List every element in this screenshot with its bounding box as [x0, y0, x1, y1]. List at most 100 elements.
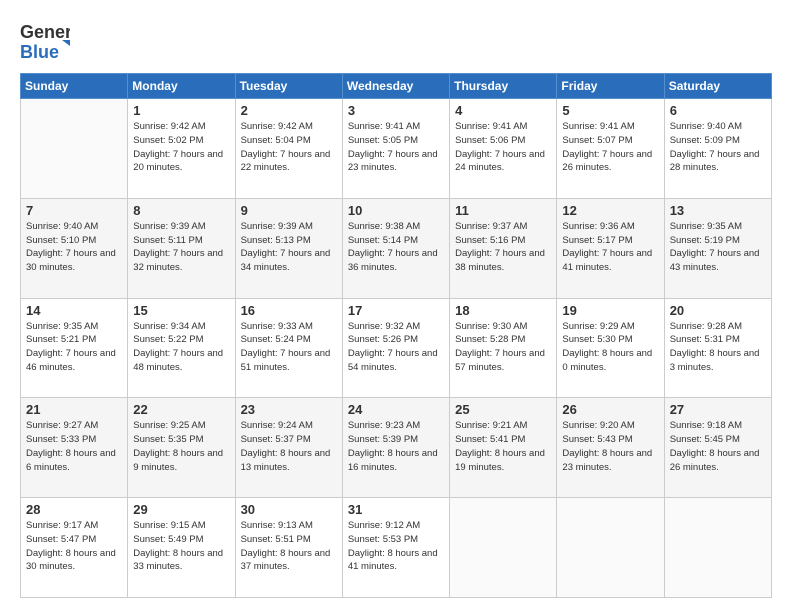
day-number: 18	[455, 303, 551, 318]
day-number: 15	[133, 303, 229, 318]
day-info: Sunrise: 9:42 AM Sunset: 5:02 PM Dayligh…	[133, 120, 229, 175]
day-cell: 31 Sunrise: 9:12 AM Sunset: 5:53 PM Dayli…	[342, 498, 449, 598]
day-number: 17	[348, 303, 444, 318]
day-info: Sunrise: 9:17 AM Sunset: 5:47 PM Dayligh…	[26, 519, 122, 574]
day-info: Sunrise: 9:41 AM Sunset: 5:05 PM Dayligh…	[348, 120, 444, 175]
day-cell: 13 Sunrise: 9:35 AM Sunset: 5:19 PM Dayli…	[664, 198, 771, 298]
day-cell: 20Sunrise: 9:28 AM Sunset: 5:31 PM Dayli…	[664, 298, 771, 398]
day-number: 1	[133, 103, 229, 118]
day-info: Sunrise: 9:35 AM Sunset: 5:19 PM Dayligh…	[670, 220, 766, 275]
day-info: Sunrise: 9:37 AM Sunset: 5:16 PM Dayligh…	[455, 220, 551, 275]
day-info: Sunrise: 9:30 AM Sunset: 5:28 PM Dayligh…	[455, 320, 551, 375]
day-info: Sunrise: 9:32 AM Sunset: 5:26 PM Dayligh…	[348, 320, 444, 375]
day-info: Sunrise: 9:39 AM Sunset: 5:13 PM Dayligh…	[241, 220, 337, 275]
weekday-header-tuesday: Tuesday	[235, 74, 342, 99]
weekday-header-friday: Friday	[557, 74, 664, 99]
day-info: Sunrise: 9:20 AM Sunset: 5:43 PM Dayligh…	[562, 419, 658, 474]
day-number: 30	[241, 502, 337, 517]
week-row-4: 21 Sunrise: 9:27 AM Sunset: 5:33 PM Dayli…	[21, 398, 772, 498]
day-info: Sunrise: 9:25 AM Sunset: 5:35 PM Dayligh…	[133, 419, 229, 474]
day-info: Sunrise: 9:35 AM Sunset: 5:21 PM Dayligh…	[26, 320, 122, 375]
week-row-1: 1 Sunrise: 9:42 AM Sunset: 5:02 PM Daylig…	[21, 99, 772, 199]
day-cell: 9Sunrise: 9:39 AM Sunset: 5:13 PM Daylig…	[235, 198, 342, 298]
day-info: Sunrise: 9:27 AM Sunset: 5:33 PM Dayligh…	[26, 419, 122, 474]
day-info: Sunrise: 9:21 AM Sunset: 5:41 PM Dayligh…	[455, 419, 551, 474]
day-cell: 27 Sunrise: 9:18 AM Sunset: 5:45 PM Dayli…	[664, 398, 771, 498]
day-number: 8	[133, 203, 229, 218]
day-cell: 1 Sunrise: 9:42 AM Sunset: 5:02 PM Daylig…	[128, 99, 235, 199]
day-number: 26	[562, 402, 658, 417]
day-info: Sunrise: 9:34 AM Sunset: 5:22 PM Dayligh…	[133, 320, 229, 375]
day-info: Sunrise: 9:12 AM Sunset: 5:53 PM Dayligh…	[348, 519, 444, 574]
day-number: 14	[26, 303, 122, 318]
day-number: 23	[241, 402, 337, 417]
day-number: 24	[348, 402, 444, 417]
day-number: 10	[348, 203, 444, 218]
day-info: Sunrise: 9:36 AM Sunset: 5:17 PM Dayligh…	[562, 220, 658, 275]
day-cell	[450, 498, 557, 598]
day-info: Sunrise: 9:40 AM Sunset: 5:10 PM Dayligh…	[26, 220, 122, 275]
week-row-2: 7Sunrise: 9:40 AM Sunset: 5:10 PM Daylig…	[21, 198, 772, 298]
day-cell: 4 Sunrise: 9:41 AM Sunset: 5:06 PM Daylig…	[450, 99, 557, 199]
day-info: Sunrise: 9:38 AM Sunset: 5:14 PM Dayligh…	[348, 220, 444, 275]
day-number: 6	[670, 103, 766, 118]
day-cell: 26 Sunrise: 9:20 AM Sunset: 5:43 PM Dayli…	[557, 398, 664, 498]
svg-text:General: General	[20, 22, 70, 42]
day-info: Sunrise: 9:42 AM Sunset: 5:04 PM Dayligh…	[241, 120, 337, 175]
day-number: 3	[348, 103, 444, 118]
day-number: 16	[241, 303, 337, 318]
day-cell: 10 Sunrise: 9:38 AM Sunset: 5:14 PM Dayli…	[342, 198, 449, 298]
day-cell	[557, 498, 664, 598]
logo-svg: GeneralBlue	[20, 18, 70, 63]
day-cell: 7Sunrise: 9:40 AM Sunset: 5:10 PM Daylig…	[21, 198, 128, 298]
day-info: Sunrise: 9:29 AM Sunset: 5:30 PM Dayligh…	[562, 320, 658, 375]
day-cell: 30 Sunrise: 9:13 AM Sunset: 5:51 PM Dayli…	[235, 498, 342, 598]
day-number: 19	[562, 303, 658, 318]
day-cell: 22 Sunrise: 9:25 AM Sunset: 5:35 PM Dayli…	[128, 398, 235, 498]
day-cell: 14 Sunrise: 9:35 AM Sunset: 5:21 PM Dayli…	[21, 298, 128, 398]
day-cell: 3 Sunrise: 9:41 AM Sunset: 5:05 PM Daylig…	[342, 99, 449, 199]
day-number: 22	[133, 402, 229, 417]
day-cell: 8Sunrise: 9:39 AM Sunset: 5:11 PM Daylig…	[128, 198, 235, 298]
day-info: Sunrise: 9:40 AM Sunset: 5:09 PM Dayligh…	[670, 120, 766, 175]
day-cell: 17 Sunrise: 9:32 AM Sunset: 5:26 PM Dayli…	[342, 298, 449, 398]
day-cell: 24 Sunrise: 9:23 AM Sunset: 5:39 PM Dayli…	[342, 398, 449, 498]
weekday-header-sunday: Sunday	[21, 74, 128, 99]
day-number: 28	[26, 502, 122, 517]
day-info: Sunrise: 9:23 AM Sunset: 5:39 PM Dayligh…	[348, 419, 444, 474]
day-cell: 11 Sunrise: 9:37 AM Sunset: 5:16 PM Dayli…	[450, 198, 557, 298]
day-cell: 2 Sunrise: 9:42 AM Sunset: 5:04 PM Daylig…	[235, 99, 342, 199]
day-number: 12	[562, 203, 658, 218]
day-info: Sunrise: 9:13 AM Sunset: 5:51 PM Dayligh…	[241, 519, 337, 574]
week-row-5: 28 Sunrise: 9:17 AM Sunset: 5:47 PM Dayli…	[21, 498, 772, 598]
week-row-3: 14 Sunrise: 9:35 AM Sunset: 5:21 PM Dayli…	[21, 298, 772, 398]
header: GeneralBlue	[20, 18, 772, 63]
day-cell: 16 Sunrise: 9:33 AM Sunset: 5:24 PM Dayli…	[235, 298, 342, 398]
weekday-header-wednesday: Wednesday	[342, 74, 449, 99]
day-number: 21	[26, 402, 122, 417]
day-number: 2	[241, 103, 337, 118]
day-info: Sunrise: 9:18 AM Sunset: 5:45 PM Dayligh…	[670, 419, 766, 474]
day-number: 13	[670, 203, 766, 218]
day-number: 4	[455, 103, 551, 118]
day-number: 20	[670, 303, 766, 318]
day-number: 27	[670, 402, 766, 417]
day-number: 11	[455, 203, 551, 218]
day-cell	[664, 498, 771, 598]
day-number: 31	[348, 502, 444, 517]
day-info: Sunrise: 9:33 AM Sunset: 5:24 PM Dayligh…	[241, 320, 337, 375]
day-cell: 18 Sunrise: 9:30 AM Sunset: 5:28 PM Dayli…	[450, 298, 557, 398]
day-number: 5	[562, 103, 658, 118]
day-cell: 15 Sunrise: 9:34 AM Sunset: 5:22 PM Dayli…	[128, 298, 235, 398]
weekday-header-row: SundayMondayTuesdayWednesdayThursdayFrid…	[21, 74, 772, 99]
day-cell: 28 Sunrise: 9:17 AM Sunset: 5:47 PM Dayli…	[21, 498, 128, 598]
day-info: Sunrise: 9:41 AM Sunset: 5:06 PM Dayligh…	[455, 120, 551, 175]
day-number: 29	[133, 502, 229, 517]
page: GeneralBlue SundayMondayTuesdayWednesday…	[0, 0, 792, 612]
weekday-header-thursday: Thursday	[450, 74, 557, 99]
day-cell: 12 Sunrise: 9:36 AM Sunset: 5:17 PM Dayli…	[557, 198, 664, 298]
day-cell: 21 Sunrise: 9:27 AM Sunset: 5:33 PM Dayli…	[21, 398, 128, 498]
weekday-header-saturday: Saturday	[664, 74, 771, 99]
day-info: Sunrise: 9:24 AM Sunset: 5:37 PM Dayligh…	[241, 419, 337, 474]
day-cell: 23 Sunrise: 9:24 AM Sunset: 5:37 PM Dayli…	[235, 398, 342, 498]
